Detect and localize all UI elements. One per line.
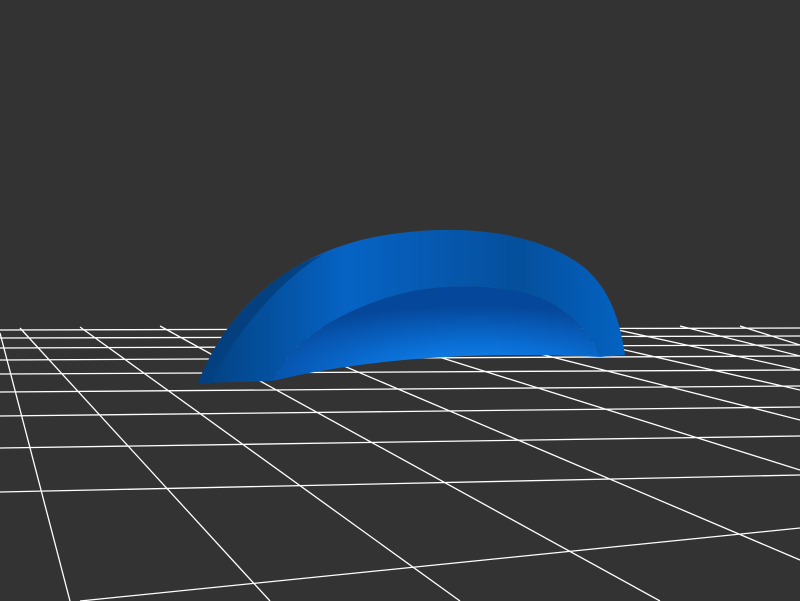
- scene-canvas[interactable]: [0, 0, 800, 601]
- 3d-viewport[interactable]: [0, 0, 800, 601]
